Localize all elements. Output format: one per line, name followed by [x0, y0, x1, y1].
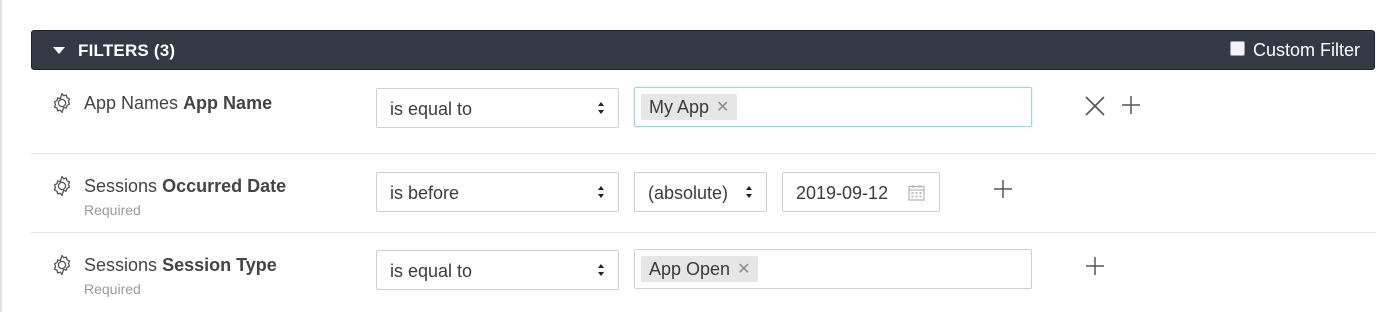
- remove-tag-icon[interactable]: ✕: [716, 97, 729, 117]
- field-name: Session Type: [162, 255, 277, 275]
- custom-filter-label: Custom Filter: [1252, 39, 1360, 60]
- value-tag: My App ✕: [641, 94, 738, 120]
- field-label-app-name: App Names App Name: [84, 93, 272, 114]
- select-arrows-icon: [598, 102, 604, 114]
- required-note: Required: [84, 281, 141, 297]
- field-label-session-type: Sessions Session Type: [84, 255, 277, 276]
- field-category: Sessions: [84, 176, 158, 196]
- filters-title: FILTERS (3): [78, 41, 176, 60]
- close-icon[interactable]: [1083, 94, 1107, 118]
- date-mode-select[interactable]: (absolute): [634, 172, 767, 212]
- field-name: Occurred Date: [162, 176, 287, 196]
- tag-label: My App: [649, 96, 710, 117]
- operator-value: is equal to: [390, 99, 473, 119]
- operator-select[interactable]: is before: [376, 172, 619, 212]
- select-arrows-icon: [746, 186, 752, 198]
- custom-filter-toggle[interactable]: Custom Filter: [1229, 39, 1360, 60]
- required-note: Required: [84, 202, 141, 218]
- row-divider: [31, 232, 1376, 233]
- field-label-occurred-date: Sessions Occurred Date: [84, 176, 286, 197]
- collapse-caret-icon[interactable]: [53, 47, 65, 54]
- value-tag-input[interactable]: App Open ✕: [634, 249, 1032, 289]
- gear-icon[interactable]: [50, 174, 74, 198]
- field-name: App Name: [183, 93, 273, 113]
- plus-icon[interactable]: [1119, 93, 1143, 117]
- date-mode-value: (absolute): [648, 183, 729, 203]
- select-arrows-icon: [598, 264, 604, 276]
- operator-select[interactable]: is equal to: [376, 88, 619, 128]
- date-input[interactable]: 2019-09-12: [782, 172, 940, 212]
- plus-icon[interactable]: [991, 177, 1015, 201]
- calendar-icon[interactable]: [908, 184, 925, 201]
- value-tag-input[interactable]: My App ✕: [634, 87, 1032, 127]
- operator-value: is before: [390, 183, 460, 203]
- value-tag: App Open ✕: [641, 256, 759, 282]
- select-arrows-icon: [598, 186, 604, 198]
- row-divider: [31, 153, 1376, 154]
- operator-select[interactable]: is equal to: [376, 250, 619, 290]
- page-left-edge: [0, 0, 2, 312]
- operator-value: is equal to: [390, 261, 473, 281]
- gear-icon[interactable]: [50, 253, 74, 277]
- field-category: App Names: [84, 93, 179, 113]
- tag-label: App Open: [649, 258, 731, 279]
- gear-icon[interactable]: [50, 91, 74, 115]
- date-value: 2019-09-12: [796, 183, 889, 203]
- filters-header[interactable]: FILTERS (3) Custom Filter: [31, 30, 1375, 70]
- field-category: Sessions: [84, 255, 158, 275]
- remove-tag-icon[interactable]: ✕: [737, 259, 750, 279]
- plus-icon[interactable]: [1083, 254, 1107, 278]
- custom-filter-checkbox[interactable]: [1229, 40, 1245, 56]
